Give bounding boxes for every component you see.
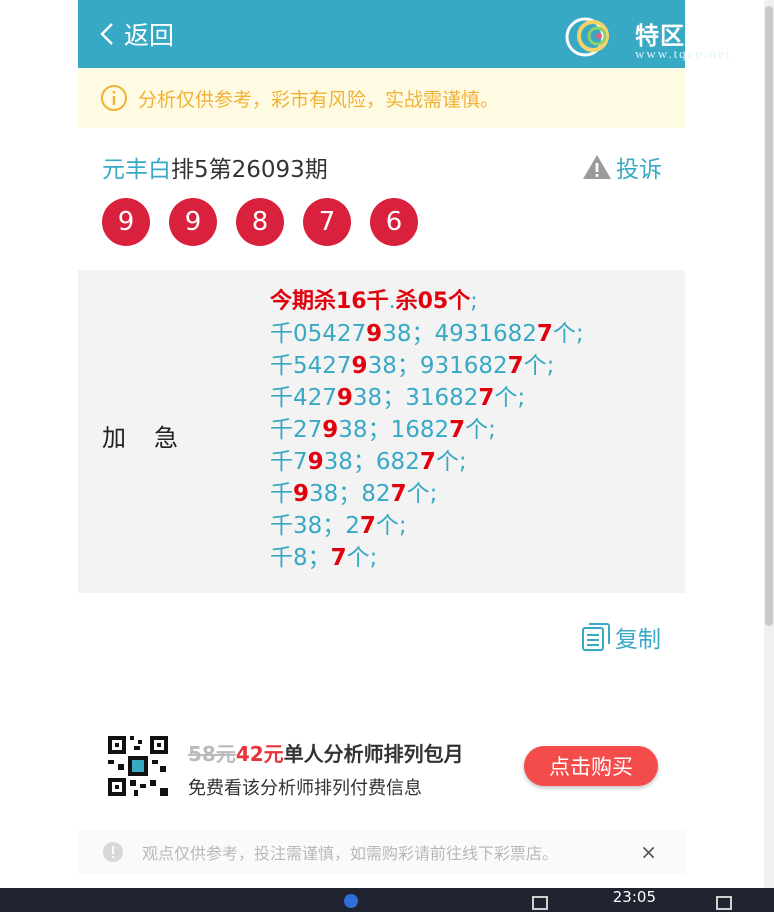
buy-button[interactable]: 点击购买 bbox=[524, 746, 658, 786]
headline-end: ; bbox=[470, 289, 478, 314]
headline-part: 今期杀16千 bbox=[270, 289, 389, 314]
alert-icon bbox=[103, 842, 123, 862]
content-label: 加急 bbox=[102, 424, 206, 452]
close-icon[interactable]: × bbox=[640, 840, 657, 864]
analysis-line: 千27938；16827个; bbox=[270, 417, 496, 443]
brand-logo: 特区彩票网 www.tqcp.net bbox=[563, 10, 773, 66]
chevron-left-icon bbox=[100, 23, 113, 45]
taskbar: 23:05 bbox=[0, 888, 774, 912]
taskbar-app-icon[interactable] bbox=[344, 894, 358, 908]
copy-label: 复制 bbox=[615, 627, 661, 653]
result-ball: 9 bbox=[102, 198, 150, 246]
result-ball: 9 bbox=[169, 198, 217, 246]
back-label: 返回 bbox=[124, 21, 175, 50]
page-title: 元丰白排5第26093期 bbox=[102, 150, 328, 184]
page: 返回 特区彩票网 www.tqcp.net 分析仅供参考，彩市有风险，实战需谨慎… bbox=[78, 0, 759, 912]
copy-button[interactable]: 复制 bbox=[581, 620, 661, 654]
old-price: 58元 bbox=[188, 742, 236, 766]
warning-icon bbox=[583, 155, 611, 179]
analyst-name[interactable]: 元丰白 bbox=[102, 157, 171, 183]
footer-disclaimer: 观点仅供参考，投注需谨慎，如需购彩请前往线下彩票店。 × bbox=[78, 830, 685, 874]
analysis-line: 千8；7个; bbox=[270, 545, 378, 571]
headline-part: 杀05个 bbox=[395, 289, 471, 314]
report-button[interactable]: 投诉 bbox=[582, 150, 662, 184]
result-ball: 8 bbox=[236, 198, 284, 246]
analysis-line: 千7938；6827个; bbox=[270, 449, 467, 475]
analysis-content: 加急 今期杀16千.杀05个; 千05427938；49316827个; 千54… bbox=[78, 270, 685, 593]
analysis-lines: 今期杀16千.杀05个; 千05427938；49316827个; 千54279… bbox=[270, 286, 584, 574]
header-bar: 返回 特区彩票网 www.tqcp.net bbox=[78, 0, 759, 68]
promo-banner: 58元42元单人分析师排列包月 免费看该分析师排列付费信息 点击购买 bbox=[106, 734, 666, 800]
analysis-line: 千5427938；9316827个; bbox=[270, 353, 555, 379]
promo-subtitle: 免费看该分析师排列付费信息 bbox=[188, 778, 422, 799]
promo-title: 58元42元单人分析师排列包月 bbox=[188, 738, 464, 767]
risk-notice: 分析仅供参考，彩市有风险，实战需谨慎。 bbox=[78, 68, 685, 128]
analysis-line: 千938；827个; bbox=[270, 481, 438, 507]
window-icon[interactable] bbox=[532, 896, 548, 910]
promo-title-text: 单人分析师排列包月 bbox=[283, 742, 464, 766]
title-row: 元丰白排5第26093期 投诉 bbox=[102, 150, 662, 184]
scrollbar-thumb[interactable] bbox=[765, 6, 773, 626]
notice-text: 分析仅供参考，彩市有风险，实战需谨慎。 bbox=[138, 88, 500, 111]
disclaimer-text: 观点仅供参考，投注需谨慎，如需购彩请前往线下彩票店。 bbox=[142, 844, 559, 863]
analysis-line: 千427938；316827个; bbox=[270, 385, 526, 411]
brand-url: www.tqcp.net bbox=[635, 46, 732, 61]
analysis-line: 千05427938；49316827个; bbox=[270, 321, 584, 347]
issue-text: 排5第26093期 bbox=[171, 157, 328, 183]
headline-dot: . bbox=[388, 289, 396, 314]
back-button[interactable]: 返回 bbox=[100, 18, 174, 50]
taskbar-clock: 23:05 bbox=[612, 888, 656, 906]
result-balls: 9 9 8 7 6 bbox=[102, 198, 437, 246]
result-ball: 7 bbox=[303, 198, 351, 246]
copy-icon bbox=[582, 623, 610, 651]
notification-icon[interactable] bbox=[716, 896, 732, 910]
analysis-line: 千38；27个; bbox=[270, 513, 407, 539]
report-label: 投诉 bbox=[616, 157, 662, 183]
analysis-headline: 今期杀16千.杀05个; bbox=[270, 286, 584, 318]
info-icon bbox=[101, 85, 127, 111]
brand-swirl-icon bbox=[565, 17, 609, 57]
result-ball: 6 bbox=[370, 198, 418, 246]
new-price: 42元 bbox=[235, 742, 284, 766]
qr-code-icon bbox=[106, 734, 170, 798]
